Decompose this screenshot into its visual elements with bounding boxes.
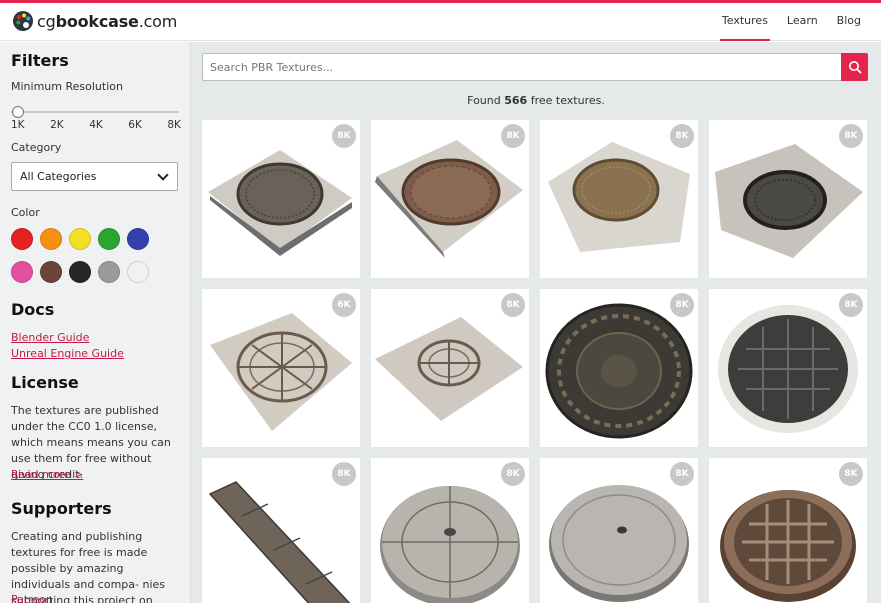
min-resolution-label: Minimum Resolution — [11, 80, 123, 93]
color-swatch-white[interactable] — [127, 261, 149, 283]
nav-textures[interactable]: Textures — [719, 3, 770, 41]
texture-card[interactable]: 8K — [709, 120, 867, 278]
texture-card[interactable]: 8K — [540, 120, 698, 278]
tick-label: 2K — [50, 119, 64, 131]
texture-results: Search PBR Textures... Found 566 free te… — [191, 42, 881, 603]
resolution-ticks: 1K 2K 4K 6K 8K — [11, 119, 181, 131]
filters-sidebar: Filters Minimum Resolution 1K 2K 4K 6K 8… — [0, 42, 191, 603]
category-label: Category — [11, 141, 62, 154]
tick-label: 6K — [128, 119, 142, 131]
color-swatch-orange[interactable] — [40, 228, 62, 250]
resolution-badge: 8K — [501, 293, 525, 317]
resolution-slider[interactable] — [11, 106, 179, 118]
texture-card[interactable]: 6K — [202, 289, 360, 447]
texture-card[interactable]: 8K — [371, 120, 529, 278]
color-swatch-red[interactable] — [11, 228, 33, 250]
docs-heading: Docs — [11, 300, 55, 319]
color-swatch-blue[interactable] — [127, 228, 149, 250]
texture-card[interactable]: 8K — [709, 289, 867, 447]
color-swatch-pink[interactable] — [11, 261, 33, 283]
texture-card[interactable]: 8K — [540, 458, 698, 603]
color-swatch-gray[interactable] — [98, 261, 120, 283]
results-count: Found 566 free textures. — [467, 94, 605, 107]
resolution-badge: 6K — [332, 293, 356, 317]
resolution-badge: 8K — [670, 124, 694, 148]
tick-label: 4K — [89, 119, 103, 131]
search-button[interactable] — [841, 53, 868, 81]
nav-blog[interactable]: Blog — [837, 3, 861, 41]
logo-text: cgbookcase.com — [37, 11, 178, 31]
nav-learn[interactable]: Learn — [787, 3, 818, 41]
slider-thumb[interactable] — [12, 106, 24, 118]
resolution-badge: 8K — [332, 462, 356, 486]
texture-card[interactable]: 8K — [540, 289, 698, 447]
resolution-badge: 8K — [670, 293, 694, 317]
results-number: 566 — [504, 94, 528, 107]
site-header: cgbookcase.com Textures Learn Blog — [0, 3, 881, 41]
texture-grid: 8K 8K 8K 8K 6K 8K 8K 8K 8K 8K 8K 8K — [202, 120, 867, 603]
main-nav: Textures Learn Blog — [719, 3, 881, 41]
resolution-badge: 8K — [839, 462, 863, 486]
texture-card[interactable]: 8K — [709, 458, 867, 603]
resolution-badge: 8K — [501, 124, 525, 148]
chevron-down-icon — [157, 168, 169, 181]
blender-guide-link[interactable]: Blender Guide — [11, 331, 89, 344]
category-select-value: All Categories — [20, 170, 97, 183]
texture-card[interactable]: 8K — [202, 458, 360, 603]
color-label: Color — [11, 206, 40, 219]
tick-label: 1K — [11, 119, 25, 131]
color-swatch-green[interactable] — [98, 228, 120, 250]
color-swatches — [11, 228, 161, 283]
category-select[interactable]: All Categories — [11, 162, 178, 191]
slider-track — [11, 111, 179, 113]
filters-heading: Filters — [11, 51, 69, 70]
color-swatch-brown[interactable] — [40, 261, 62, 283]
patreon-link[interactable]: Patreon — [11, 593, 53, 603]
tick-label: 8K — [167, 119, 181, 131]
resolution-badge: 8K — [839, 124, 863, 148]
resolution-badge: 8K — [839, 293, 863, 317]
search-placeholder: Search PBR Textures... — [210, 60, 334, 74]
resolution-badge: 8K — [501, 462, 525, 486]
search-icon — [848, 61, 861, 74]
license-heading: License — [11, 373, 79, 392]
palette-logo-icon — [13, 11, 33, 31]
resolution-badge: 8K — [332, 124, 356, 148]
texture-card[interactable]: 8K — [371, 289, 529, 447]
color-swatch-black[interactable] — [69, 261, 91, 283]
resolution-badge: 8K — [670, 462, 694, 486]
read-more-link[interactable]: Read more > — [11, 468, 83, 481]
texture-card[interactable]: 8K — [371, 458, 529, 603]
site-logo[interactable]: cgbookcase.com — [12, 10, 177, 32]
texture-card[interactable]: 8K — [202, 120, 360, 278]
color-swatch-yellow[interactable] — [69, 228, 91, 250]
supporters-heading: Supporters — [11, 499, 112, 518]
unreal-guide-link[interactable]: Unreal Engine Guide — [11, 347, 124, 360]
supporters-text: Creating and publishing textures for fre… — [11, 530, 166, 603]
search-input[interactable]: Search PBR Textures... — [202, 53, 841, 81]
